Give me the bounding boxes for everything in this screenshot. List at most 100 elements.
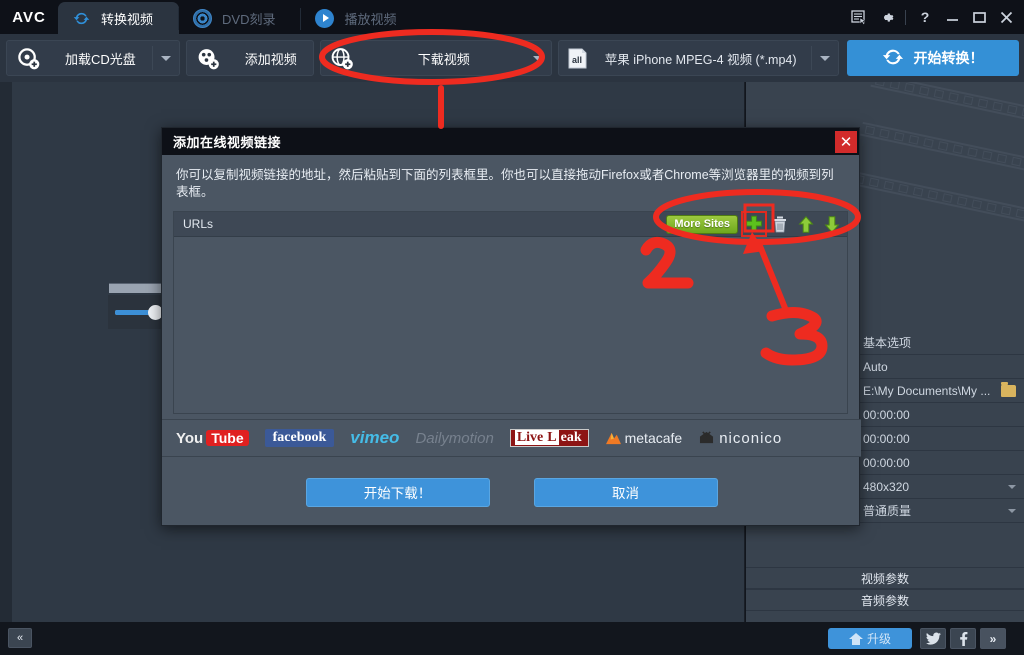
upgrade-button[interactable]: 升级 [828,628,912,649]
all-formats-icon: all [559,40,597,76]
list-select-icon[interactable] [847,5,871,29]
facebook-icon[interactable] [950,628,976,649]
twitter-icon[interactable] [920,628,946,649]
load-cd-group[interactable]: 加载CD光盘 [6,40,180,76]
option-value: 480x320 [863,479,910,494]
upgrade-label: 升级 [866,632,891,646]
start-convert-button[interactable]: 开始转换！ [846,40,1019,76]
chevron-down-icon [532,55,543,61]
tab-label: 转换视频 [101,11,154,27]
control-divider [905,9,906,25]
chevron-down-icon[interactable] [1008,484,1016,489]
dialog-title: 添加在线视频链接 [173,135,282,150]
option-row-duration[interactable]: 00:00:00 [855,451,1024,475]
add-video-group[interactable]: 添加视频 [185,40,314,76]
chevron-down-icon[interactable] [1008,508,1016,513]
help-icon[interactable]: ? [913,5,937,29]
vimeo-text: vimeo [350,428,400,447]
download-video-label: 下载视频 [417,51,470,67]
option-row-start-time[interactable]: 00:00:00 [855,403,1024,427]
output-profile-name: 苹果 iPhone MPEG-4 视频 (*.mp4) [604,52,797,67]
workspace-left-edge [0,82,12,622]
download-video-dropdown[interactable] [525,40,551,76]
dailymotion-logo[interactable]: Dailymotion [415,428,493,449]
main-toolbar: 加载CD光盘 添加视频 下载视频 all 苹果 iPhone MPEG-4 视频… [0,34,1024,82]
delete-url-icon[interactable] [770,214,790,234]
liveleak-live: Live [514,430,546,445]
vimeo-logo[interactable]: vimeo [350,428,399,449]
liveleak-logo[interactable]: Live Leak [509,428,589,449]
load-cd-icon [7,40,49,76]
url-toolbar: More Sites [666,211,842,237]
more-button[interactable]: » [980,628,1006,649]
close-icon[interactable] [994,5,1018,29]
window-controls: ? [847,4,1018,30]
start-convert-label: 开始转换！ [913,50,984,66]
dialog-close-button[interactable]: ✕ [835,130,857,153]
option-row-end-time[interactable]: 00:00:00 [855,427,1024,451]
option-value: 00:00:00 [863,407,910,422]
parameter-sections: 视频参数 音频参数 [746,567,1024,611]
folder-icon[interactable] [1001,381,1016,397]
tab-dvd-burn[interactable]: DVD刻录 [179,2,302,34]
title-bar: AVC 转换视频 DVD刻录 播放视频 ? [0,0,1024,34]
minimize-icon[interactable] [940,5,964,29]
filmstrip-decoration [835,82,1024,307]
url-list-header: URLs More Sites [174,211,847,237]
metacafe-logo[interactable]: metacafe [605,428,683,449]
option-value: 00:00:00 [863,455,910,470]
add-online-video-dialog: 添加在线视频链接 ✕ 你可以复制视频链接的地址，然后粘贴到下面的列表框里。你也可… [161,127,861,527]
dialog-buttons: 开始下载！ 取消 [162,457,861,527]
move-up-icon[interactable] [796,214,816,234]
download-video-group[interactable]: 下载视频 [319,40,552,76]
app-logo: AVC [12,8,46,26]
gear-icon[interactable] [874,5,898,29]
load-cd-dropdown[interactable] [153,40,179,76]
collapse-panel-button[interactable]: « [8,628,32,648]
niconico-mark [700,431,714,444]
move-down-icon[interactable] [822,214,842,234]
niconico-text: niconico [719,429,783,447]
youtube-you: You [176,429,204,447]
url-column-header: URLs [183,217,214,231]
metacafe-text: metacafe [624,430,683,446]
tab-play-video[interactable]: 播放视频 [301,2,422,34]
audio-params-button[interactable]: 音频参数 [746,589,1024,611]
youtube-logo[interactable]: You Tube [176,428,249,449]
option-row-resolution[interactable]: 480x320 [855,475,1024,499]
maximize-icon[interactable] [967,5,991,29]
video-params-button[interactable]: 视频参数 [746,567,1024,589]
basic-options-title: 基本选项 [855,331,1024,355]
basic-options-list: 基本选项 Auto E:\My Documents\My ... 00:00:0… [855,331,1024,523]
home-icon [848,632,863,645]
download-video-icon [321,40,363,76]
metacafe-mark [605,432,621,444]
tab-label: DVD刻录 [222,11,276,27]
dialog-description: 你可以复制视频链接的地址，然后粘贴到下面的列表框里。你也可以直接拖动Firefo… [176,168,834,199]
facebook-logo[interactable]: facebook [264,428,335,449]
url-list-panel: URLs More Sites [173,211,848,414]
liveleak-text: Live Leak [509,429,589,447]
dailymotion-text: Dailymotion [415,429,494,447]
cancel-button[interactable]: 取消 [533,477,718,507]
option-row-output-folder[interactable]: E:\My Documents\My ... [855,379,1024,403]
output-profile-dropdown[interactable] [812,40,838,76]
output-profile-selector[interactable]: all 苹果 iPhone MPEG-4 视频 (*.mp4) [557,40,839,76]
option-value: 00:00:00 [863,431,910,446]
more-sites-button[interactable]: More Sites [666,214,738,234]
supported-sites-bar: You Tube facebook vimeo Dailymotion Live… [162,419,861,457]
youtube-tube: Tube [206,430,249,446]
url-list-body[interactable] [174,237,847,413]
add-url-icon[interactable] [741,211,767,237]
load-cd-label: 加载CD光盘 [65,51,136,67]
disc-icon [193,8,213,28]
dialog-title-bar: 添加在线视频链接 ✕ [162,128,859,155]
option-row-quality[interactable]: 普通质量 [855,499,1024,523]
tab-convert-video[interactable]: 转换视频 [58,2,180,34]
start-download-button[interactable]: 开始下载！ [305,477,490,507]
option-row-deinterlace[interactable]: Auto [855,355,1024,379]
chevron-down-icon [160,55,171,61]
niconico-logo[interactable]: niconico [698,428,782,449]
option-value: E:\My Documents\My ... [863,383,991,398]
tab-label: 播放视频 [344,11,397,27]
